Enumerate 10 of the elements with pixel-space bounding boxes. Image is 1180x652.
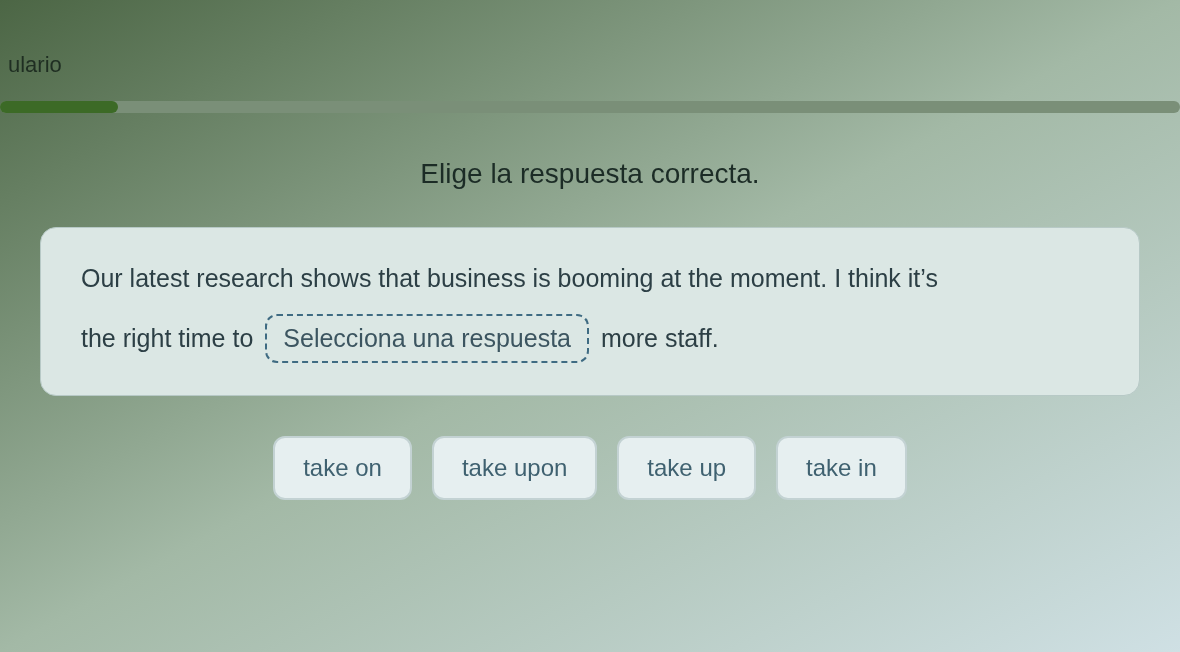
sentence-text: more staff. <box>601 322 719 354</box>
answer-blank[interactable]: Selecciona una respuesta <box>265 313 589 363</box>
sentence-text: the right time to <box>81 322 254 354</box>
instruction-text: Elige la respuesta correcta. <box>420 157 760 191</box>
option-button[interactable]: take in <box>776 436 907 500</box>
option-button[interactable]: take up <box>617 436 757 500</box>
page-title: ulario <box>8 51 62 79</box>
option-button[interactable]: take on <box>273 436 412 500</box>
option-button[interactable]: take upon <box>431 436 598 500</box>
sentence-text: Our latest research shows that business is booming at the moment. I think it’s <box>81 263 938 294</box>
